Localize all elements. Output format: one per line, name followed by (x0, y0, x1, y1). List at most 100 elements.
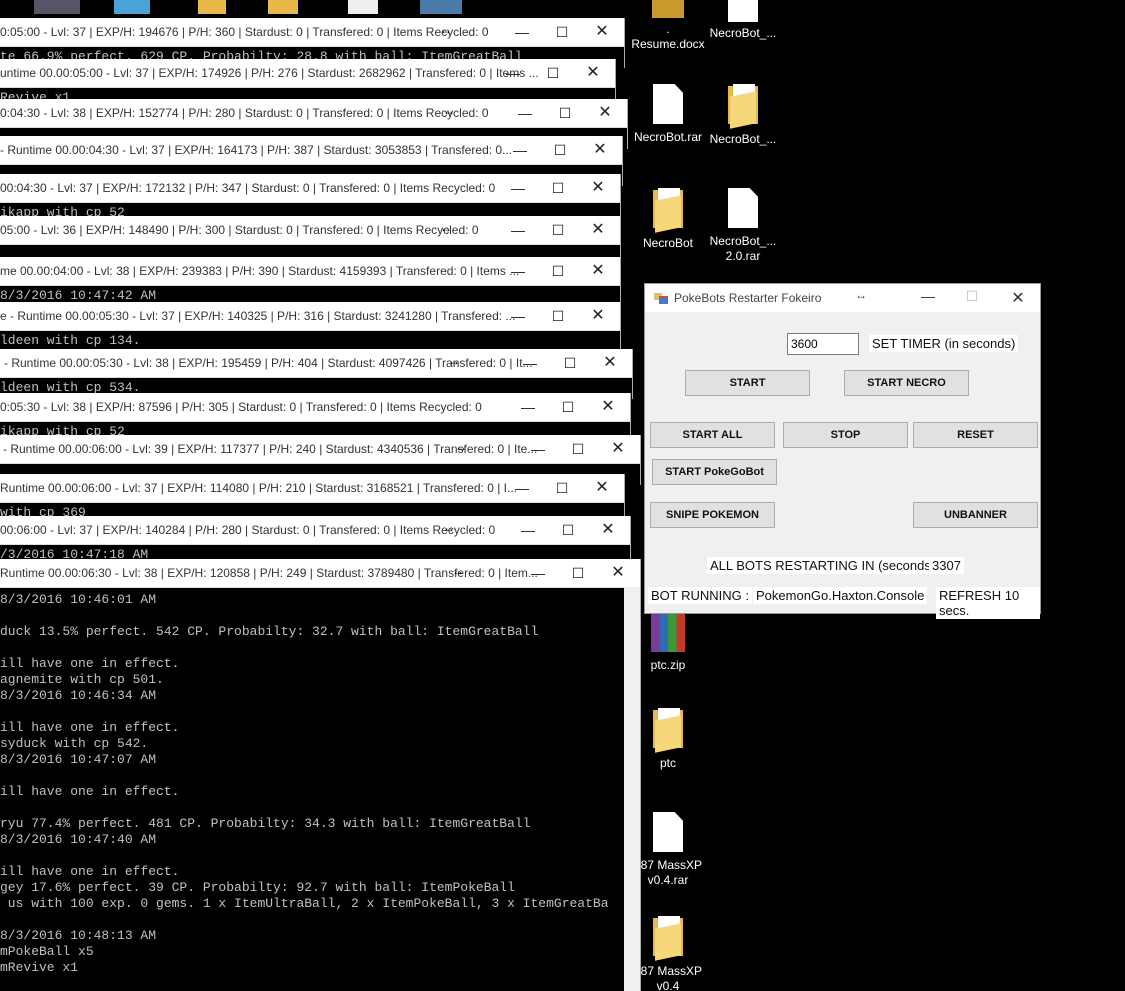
thumbnail-icon[interactable] (34, 0, 80, 14)
minimize-icon[interactable]: — (498, 257, 538, 285)
document-icon[interactable] (348, 0, 378, 14)
folder-icon (651, 916, 685, 961)
folder-icon[interactable] (268, 0, 298, 14)
console-title-bar[interactable]: Runtime 00.00:06:00 - Lvl: 37 | EXP/H: 1… (0, 474, 624, 503)
maximize-icon[interactable]: ☐ (545, 99, 585, 127)
close-icon[interactable]: ✕ (578, 216, 618, 244)
minimize-icon[interactable]: — (510, 349, 550, 377)
maximize-icon[interactable]: ☐ (558, 435, 598, 463)
minimize-icon[interactable]: — (493, 59, 533, 87)
desktop-icon-necrobot-2-rar[interactable]: NecroBot_... 2.0.rar (703, 188, 783, 264)
console-title-bar[interactable]: 00:04:30 - Lvl: 37 | EXP/H: 172132 | P/H… (0, 174, 620, 203)
minimize-icon[interactable]: — (498, 216, 538, 244)
maximize-icon[interactable]: ☐ (538, 216, 578, 244)
console-title-bar[interactable]: 0:05:00 - Lvl: 37 | EXP/H: 194676 | P/H:… (0, 18, 624, 47)
console-window[interactable]: e - Runtime 00.00:05:30 - Lvl: 37 | EXP/… (0, 302, 621, 352)
console-title-bar[interactable]: 0:04:30 - Lvl: 38 | EXP/H: 152774 | P/H:… (0, 99, 627, 128)
desktop-icon-necrobot-rar[interactable]: NecroBot.rar (628, 84, 708, 145)
minimize-icon[interactable]: — (498, 302, 538, 330)
desktop-icon-necrobot-folder[interactable]: NecroBot (628, 188, 708, 251)
minimize-icon[interactable]: — (913, 288, 943, 308)
console-title-bar[interactable]: me 00.00:04:00 - Lvl: 38 | EXP/H: 239383… (0, 257, 620, 286)
close-icon[interactable]: ✕ (578, 302, 618, 330)
start-pokegobot-button[interactable]: START PokeGoBot (652, 459, 777, 485)
console-window-active[interactable]: Runtime 00.00:06:30 - Lvl: 38 | EXP/H: 1… (0, 559, 641, 991)
minimize-icon[interactable]: — (508, 516, 548, 544)
console-title-bar[interactable]: Runtime 00.00:06:30 - Lvl: 38 | EXP/H: 1… (0, 559, 640, 588)
snipe-pokemon-button[interactable]: SNIPE POKEMON (650, 502, 775, 528)
close-icon[interactable]: ✕ (578, 257, 618, 285)
maximize-icon[interactable]: ☐ (548, 393, 588, 421)
close-icon[interactable]: ✕ (598, 435, 638, 463)
console-window[interactable]: me 00.00:04:00 - Lvl: 38 | EXP/H: 239383… (0, 257, 621, 307)
minimize-icon[interactable]: — (518, 559, 558, 587)
console-title-bar[interactable]: 05:00 - Lvl: 36 | EXP/H: 148490 | P/H: 3… (0, 216, 620, 245)
console-title-bar[interactable]: 0:05:30 - Lvl: 38 | EXP/H: 87596 | P/H: … (0, 393, 630, 422)
console-title-bar[interactable]: e - Runtime 00.00:05:30 - Lvl: 37 | EXP/… (0, 302, 620, 331)
start-button[interactable]: START (685, 370, 810, 396)
close-icon[interactable]: ✕ (582, 474, 622, 502)
file-icon (728, 188, 758, 228)
console-window[interactable]: - Runtime 00.00:05:30 - Lvl: 38 | EXP/H:… (0, 349, 633, 399)
stop-button[interactable]: STOP (783, 422, 908, 448)
docx-file-icon (652, 0, 684, 18)
close-icon[interactable]: ✕ (580, 136, 620, 164)
taskbar-icons-top (30, 0, 470, 14)
maximize-icon[interactable]: ☐ (542, 18, 582, 46)
close-icon[interactable]: ✕ (585, 99, 625, 127)
minimize-icon[interactable]: — (500, 136, 540, 164)
desktop-icon-resume[interactable]: . Resume.docx (628, 0, 708, 52)
restarter-window[interactable]: PokeBots Restarter Fokeiro ↔ — ☐ ✕ SET T… (644, 283, 1041, 619)
maximize-icon[interactable]: ☐ (540, 136, 580, 164)
restarter-title-bar[interactable]: PokeBots Restarter Fokeiro ↔ — ☐ ✕ (645, 284, 1040, 312)
console-title-bar[interactable]: - Runtime 00.00:04:30 - Lvl: 37 | EXP/H:… (0, 136, 622, 165)
console-title-bar[interactable]: 00:06:00 - Lvl: 37 | EXP/H: 140284 | P/H… (0, 516, 630, 545)
desktop-icon-necrobot-file[interactable]: NecroBot_... (703, 0, 783, 41)
timer-label: SET TIMER (in seconds) (869, 335, 1019, 352)
icon-label: NecroBot.rar (633, 130, 703, 144)
zip-folder-icon (726, 84, 760, 129)
maximize-icon[interactable]: ☐ (550, 349, 590, 377)
scrollbar[interactable] (624, 587, 640, 991)
console-output (0, 165, 622, 167)
close-icon[interactable]: ✕ (1003, 288, 1033, 308)
reset-button[interactable]: RESET (913, 422, 1038, 448)
app-icon[interactable] (114, 0, 150, 14)
console-title: 0:05:30 - Lvl: 38 | EXP/H: 87596 | P/H: … (0, 400, 482, 414)
unbanner-button[interactable]: UNBANNER (913, 502, 1038, 528)
resize-arrow-icon: ↔ (448, 354, 460, 368)
desktop-icon-necrobot-zipfolder[interactable]: NecroBot_... (703, 84, 783, 147)
maximize-icon[interactable]: ☐ (548, 516, 588, 544)
close-icon[interactable]: ✕ (573, 59, 613, 87)
maximize-icon[interactable]: ☐ (538, 174, 578, 202)
console-title-bar[interactable]: - Runtime 00.00:06:00 - Lvl: 39 | EXP/H:… (0, 435, 640, 464)
folder-icon[interactable] (198, 0, 226, 14)
close-icon[interactable]: ✕ (590, 349, 630, 377)
close-icon[interactable]: ✕ (588, 393, 628, 421)
minimize-icon[interactable]: — (502, 474, 542, 502)
folder-icon (651, 708, 685, 753)
start-necro-button[interactable]: START NECRO (844, 370, 969, 396)
maximize-icon[interactable]: ☐ (533, 59, 573, 87)
close-icon[interactable]: ✕ (598, 559, 638, 587)
timer-input[interactable] (787, 333, 859, 355)
close-icon[interactable]: ✕ (578, 174, 618, 202)
file-icon (653, 84, 683, 124)
apk-icon[interactable] (420, 0, 462, 14)
close-icon[interactable]: ✕ (588, 516, 628, 544)
minimize-icon[interactable]: — (502, 18, 542, 46)
minimize-icon[interactable]: — (508, 393, 548, 421)
maximize-icon[interactable]: ☐ (538, 302, 578, 330)
restart-countdown-label: ALL BOTS RESTARTING IN (seconds): (707, 557, 942, 574)
minimize-icon[interactable]: — (505, 99, 545, 127)
maximize-icon[interactable]: ☐ (957, 288, 987, 308)
minimize-icon[interactable]: — (498, 174, 538, 202)
start-all-button[interactable]: START ALL (650, 422, 775, 448)
console-title-bar[interactable]: untime 00.00:05:00 - Lvl: 37 | EXP/H: 17… (0, 59, 615, 88)
maximize-icon[interactable]: ☐ (538, 257, 578, 285)
maximize-icon[interactable]: ☐ (542, 474, 582, 502)
minimize-icon[interactable]: — (518, 435, 558, 463)
maximize-icon[interactable]: ☐ (558, 559, 598, 587)
close-icon[interactable]: ✕ (582, 18, 622, 46)
console-title-bar[interactable]: - Runtime 00.00:05:30 - Lvl: 38 | EXP/H:… (0, 349, 632, 378)
